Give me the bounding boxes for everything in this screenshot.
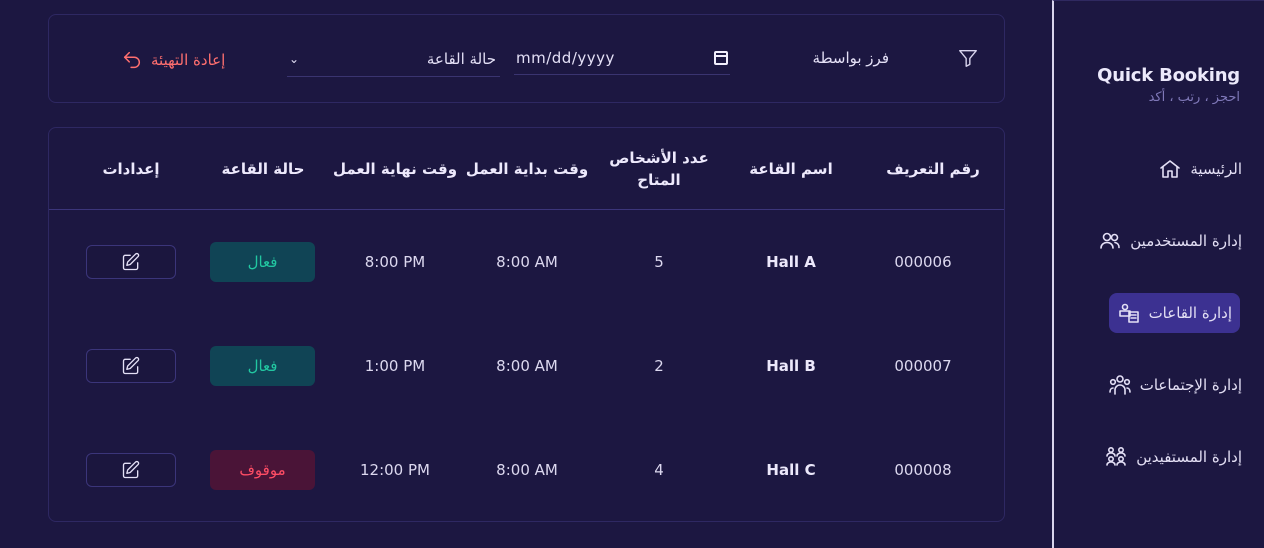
table-row: 000006 Hall A 5 8:00 AM 8:00 PM فعال [49, 210, 1004, 314]
sidebar-item-label: إدارة المستخدمين [1130, 232, 1242, 250]
hall-status-select[interactable]: ⌄ حالة القاعة [287, 41, 500, 77]
date-input-text: mm/dd/yyyy [516, 48, 615, 67]
cell-status: موقوف [210, 418, 315, 522]
header-hall-name: اسم القاعة [749, 160, 833, 178]
edit-icon [122, 460, 140, 479]
header-end-time: وقت نهاية العمل [332, 160, 458, 178]
cell-start-time: 8:00 AM [496, 357, 558, 375]
sort-by-label: فرز بواسطة [812, 49, 889, 67]
brand-title: Quick Booking [1097, 65, 1240, 86]
header-settings: إعدادات [102, 160, 160, 178]
edit-button[interactable] [86, 349, 176, 383]
chevron-down-icon: ⌄ [289, 51, 300, 66]
cell-start-time: 8:00 AM [496, 253, 558, 271]
halls-table: رقم التعريف اسم القاعة عدد الأشخاص المتا… [48, 127, 1005, 522]
header-capacity-line2: المتاح [637, 171, 681, 189]
sidebar: Quick Booking احجز ، رتب ، أكد الرئيسية … [1052, 0, 1264, 548]
cell-capacity: 5 [654, 253, 664, 271]
header-id: رقم التعريف [886, 160, 980, 178]
status-badge: فعال [210, 346, 315, 386]
cell-capacity: 4 [654, 461, 664, 479]
header-capacity: عدد الأشخاص المتاح [599, 128, 719, 210]
reset-button-label: إعادة التهيئة [151, 51, 226, 69]
filter-bar: فرز بواسطة mm/dd/yyyy ⌄ حالة القاعة إعاد… [48, 14, 1005, 103]
header-hall-status: حالة القاعة [221, 160, 305, 178]
undo-icon [123, 51, 140, 69]
cell-end-time: 1:00 PM [364, 357, 426, 375]
beneficiaries-icon [1104, 445, 1128, 469]
sidebar-item-meetings[interactable]: إدارة الإجتماعات [1100, 365, 1250, 405]
cell-id: 000007 [894, 357, 952, 375]
home-icon [1158, 157, 1182, 181]
cell-hall-name: Hall A [766, 253, 816, 271]
brand-subtitle: احجز ، رتب ، أكد [1148, 90, 1240, 105]
hall-status-select-value: حالة القاعة [426, 49, 496, 68]
table-row: 000008 Hall C 4 8:00 AM 12:00 PM موقوف [49, 418, 1004, 522]
sidebar-item-label: الرئيسية [1190, 160, 1242, 178]
users-icon [1098, 229, 1122, 253]
edit-button[interactable] [86, 453, 176, 487]
filter-icon[interactable] [957, 47, 981, 71]
halls-icon [1117, 301, 1141, 325]
sidebar-item-users[interactable]: إدارة المستخدمين [1090, 221, 1250, 261]
sidebar-item-label: إدارة الإجتماعات [1139, 376, 1242, 394]
edit-icon [122, 252, 140, 271]
cell-capacity: 2 [654, 357, 664, 375]
meetings-icon [1108, 373, 1132, 397]
cell-hall-name: Hall B [766, 357, 816, 375]
table-row: 000007 Hall B 2 8:00 AM 1:00 PM فعال [49, 314, 1004, 418]
sidebar-item-beneficiaries[interactable]: إدارة المستفيدين [1096, 437, 1250, 477]
sidebar-item-label: إدارة المستفيدين [1136, 448, 1242, 466]
cell-status: فعال [210, 314, 315, 418]
table-header: رقم التعريف اسم القاعة عدد الأشخاص المتا… [49, 128, 1004, 210]
cell-start-time: 8:00 AM [496, 461, 558, 479]
header-start-time: وقت بداية العمل [465, 160, 589, 178]
sidebar-item-halls[interactable]: إدارة القاعات [1108, 293, 1240, 333]
cell-hall-name: Hall C [766, 461, 816, 479]
sidebar-item-label: إدارة القاعات [1148, 304, 1232, 322]
cell-end-time: 12:00 PM [360, 461, 430, 479]
header-capacity-line1: عدد الأشخاص [609, 149, 709, 167]
edit-button[interactable] [86, 245, 176, 279]
brand: Quick Booking احجز ، رتب ، أكد [1097, 65, 1240, 105]
status-badge: فعال [210, 242, 315, 282]
reset-button[interactable]: إعادة التهيئة [121, 47, 241, 73]
calendar-icon[interactable] [714, 50, 728, 65]
cell-id: 000008 [894, 461, 952, 479]
cell-settings [86, 210, 176, 314]
date-input[interactable]: mm/dd/yyyy [514, 41, 730, 75]
cell-settings [86, 314, 176, 418]
cell-settings [86, 418, 176, 522]
edit-icon [122, 356, 140, 375]
cell-status: فعال [210, 210, 315, 314]
cell-id: 000006 [894, 253, 952, 271]
sidebar-item-home[interactable]: الرئيسية [1150, 149, 1250, 189]
status-badge: موقوف [210, 450, 315, 490]
cell-end-time: 8:00 PM [364, 253, 426, 271]
